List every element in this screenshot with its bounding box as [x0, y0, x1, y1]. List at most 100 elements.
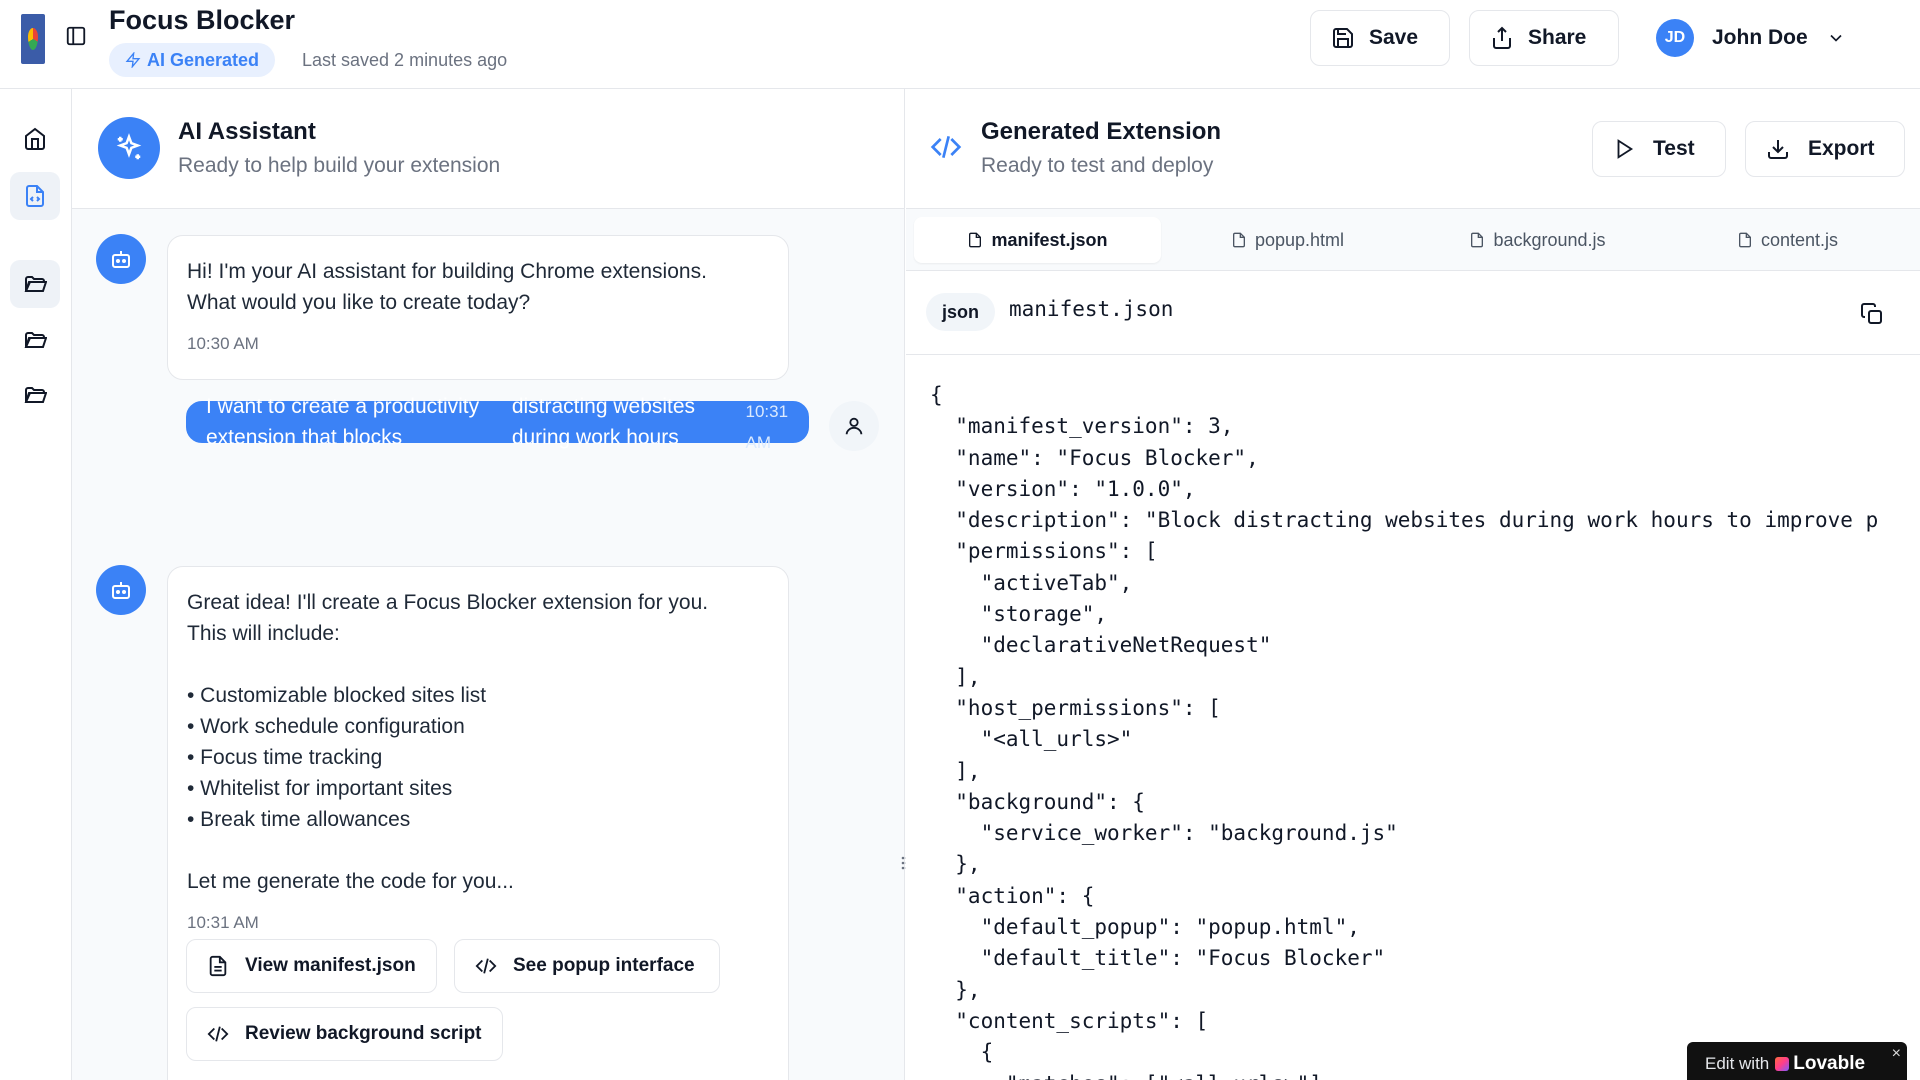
tab-content-js[interactable]: content.js: [1664, 217, 1911, 263]
tab-background-js[interactable]: background.js: [1414, 217, 1661, 263]
sidebar-toggle-button[interactable]: [56, 16, 96, 56]
sidebar-panel-icon: [66, 26, 86, 46]
bot-icon: [112, 251, 130, 268]
logo-mark-icon: [28, 28, 38, 50]
folder-open-icon: [24, 387, 47, 403]
folder-open-icon: [24, 276, 47, 292]
code-line: {: [930, 383, 943, 407]
code-line: "manifest_version": 3,: [930, 414, 1234, 439]
message-time: 10:30 AM: [187, 334, 259, 353]
lovable-logo-icon: [1775, 1057, 1790, 1071]
message-line: • Break time allowances: [187, 808, 411, 831]
test-button[interactable]: Test: [1592, 121, 1726, 177]
message-time: 10:31 AM: [187, 913, 259, 932]
app-logo[interactable]: [21, 14, 45, 64]
message-line: I want to create a productivity extensio…: [206, 395, 480, 449]
share-button[interactable]: Share: [1469, 10, 1619, 66]
message-line: Hi! I'm your AI assistant for building C…: [187, 260, 707, 283]
code-line: "version": "1.0.0",: [930, 476, 1196, 501]
message-line: • Focus time tracking: [187, 746, 383, 769]
rail-folder-button-1[interactable]: [10, 260, 60, 308]
message-line: • Whitelist for important sites: [187, 777, 453, 800]
message-line: What would you like to create today?: [187, 291, 531, 314]
left-rail: [0, 89, 72, 1080]
edit-with-lovable-badge[interactable]: Edit with Lovable ×: [1687, 1042, 1907, 1080]
share-icon: [1493, 26, 1511, 49]
code-line: "background": {: [930, 789, 1145, 814]
ai-generated-badge: AI Generated: [109, 43, 276, 77]
play-icon: [1617, 139, 1634, 159]
chat-title: AI Assistant: [178, 118, 316, 145]
bot-avatar: [96, 565, 146, 615]
file-icon: [1232, 232, 1245, 248]
code-panel-title: Generated Extension: [981, 118, 1222, 145]
message-line: [187, 835, 769, 866]
copy-icon: [1861, 303, 1882, 324]
rail-folder-button-3[interactable]: [10, 371, 60, 419]
file-icon: [1471, 232, 1484, 248]
file-info-bar: json manifest.json: [906, 271, 1920, 355]
user-icon: [845, 417, 863, 435]
home-icon: [25, 127, 45, 150]
lovable-brand-label: Lovable: [1793, 1053, 1866, 1074]
code-line: },: [930, 977, 981, 1002]
copy-button[interactable]: [1856, 298, 1888, 330]
top-bar: Focus Blocker AI Generated Last saved 2 …: [0, 0, 1920, 89]
code-line: "declarativeNetRequest": [930, 633, 1272, 658]
user-menu[interactable]: JD John Doe: [1656, 18, 1846, 58]
bot-avatar: [96, 234, 146, 284]
export-button[interactable]: Export: [1745, 121, 1905, 177]
folder-open-icon: [24, 332, 47, 348]
badge-label: AI Generated: [147, 49, 260, 70]
tab-popup-html[interactable]: popup.html: [1164, 217, 1411, 263]
code-line: "action": {: [930, 883, 1095, 908]
save-icon: [1333, 28, 1353, 48]
tab-manifest-json[interactable]: manifest.json: [914, 217, 1161, 263]
code-line: },: [930, 852, 981, 877]
message-line: • Customizable blocked sites list: [187, 684, 487, 707]
user-message: I want to create a productivity extensio…: [186, 395, 809, 452]
save-button[interactable]: Save: [1310, 10, 1450, 66]
code-editor[interactable]: { "manifest_version": 3, "name": "Focus …: [930, 380, 1878, 1080]
edit-with-label: Edit with: [1705, 1054, 1770, 1073]
avatar: JD: [1656, 19, 1694, 57]
review-background-button[interactable]: Review background script: [186, 1007, 503, 1061]
language-badge: json: [926, 293, 996, 331]
message-line: • Work schedule configuration: [187, 715, 465, 738]
rail-code-file-button[interactable]: [10, 172, 60, 220]
code-line: "description": "Block distracting websit…: [930, 508, 1879, 533]
user-avatar: [829, 401, 879, 451]
message-line: Great idea! I'll create a Focus Blocker …: [187, 591, 709, 614]
current-file-name: manifest.json: [1009, 297, 1174, 321]
file-icon: [1738, 232, 1751, 248]
view-manifest-button[interactable]: View manifest.json: [186, 939, 437, 993]
tab-label: manifest.json: [991, 229, 1108, 250]
rail-folder-button-2[interactable]: [10, 316, 60, 364]
rail-home-button[interactable]: [10, 115, 60, 163]
message-time: 10:31 AM: [745, 402, 789, 452]
code-line: "<all_urls>": [930, 727, 1133, 752]
assistant-message: Great idea! I'll create a Focus Blocker …: [167, 566, 789, 1080]
save-label: Save: [1369, 26, 1419, 49]
chat-panel: AI Assistant Ready to help build your ex…: [72, 89, 905, 1080]
close-icon[interactable]: ×: [1892, 1045, 1901, 1063]
test-label: Test: [1653, 137, 1695, 160]
action-label: Review background script: [245, 1023, 482, 1044]
code-icon: [207, 1026, 229, 1042]
code-icon: [930, 136, 962, 158]
code-header: Generated Extension Ready to test and de…: [906, 89, 1920, 209]
share-label: Share: [1528, 26, 1587, 49]
chat-subtitle: Ready to help build your extension: [178, 154, 501, 177]
lovable-brand: Lovable: [1775, 1053, 1865, 1075]
message-line: This will include:: [187, 622, 340, 645]
code-line: ],: [930, 758, 981, 783]
tab-label: content.js: [1760, 229, 1839, 250]
code-panel: Generated Extension Ready to test and de…: [906, 89, 1920, 1080]
tab-label: background.js: [1493, 229, 1606, 250]
message-line: Let me generate the code for you...: [187, 870, 514, 893]
code-panel-subtitle: Ready to test and deploy: [981, 154, 1214, 177]
assistant-message: Hi! I'm your AI assistant for building C…: [167, 235, 789, 380]
see-popup-button[interactable]: See popup interface: [454, 939, 720, 993]
chevron-down-icon: [1830, 34, 1842, 42]
last-saved-status: Last saved 2 minutes ago: [302, 50, 508, 70]
